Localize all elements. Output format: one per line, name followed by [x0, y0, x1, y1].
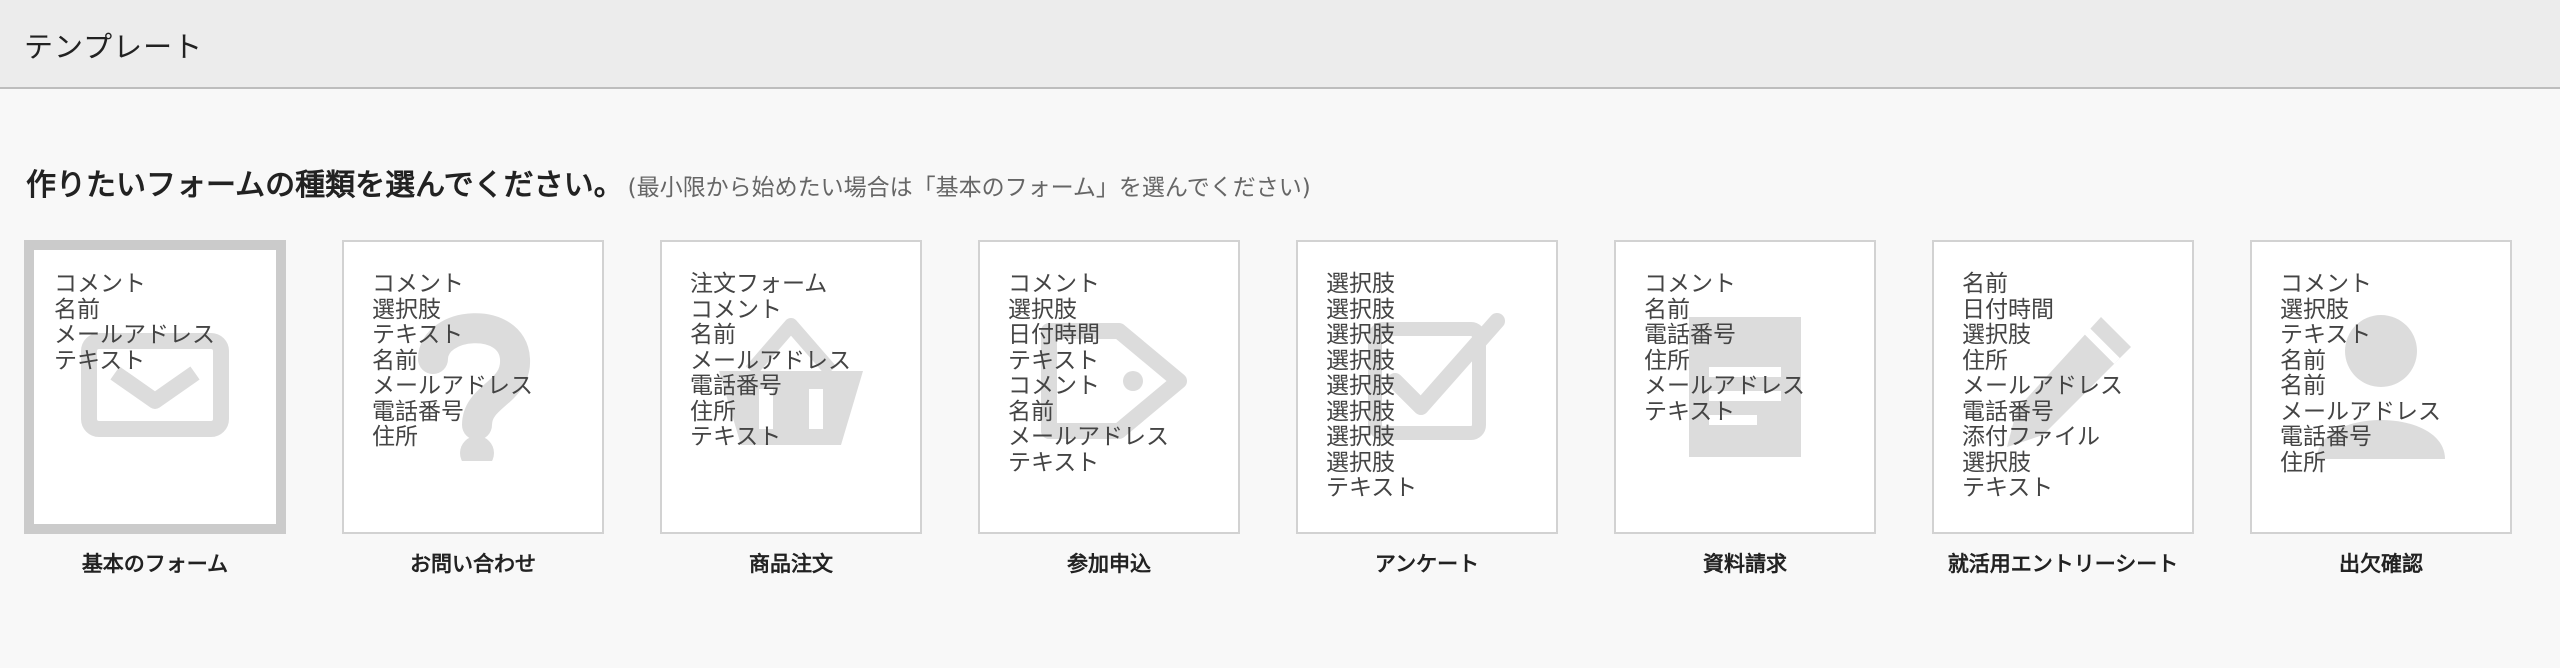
- field-item: 名前: [2280, 373, 2326, 399]
- field-item: コメント: [1008, 373, 1100, 399]
- field-list: 注文フォーム コメント 名前 メールアドレス 電話番号 住所 テキスト: [690, 271, 851, 451]
- field-item: メールアドレス: [1008, 424, 1169, 450]
- field-list: コメント 選択肢 日付時間 テキスト コメント 名前 メールアドレス テキスト: [1008, 271, 1169, 476]
- field-item: コメント: [2280, 271, 2372, 297]
- field-item: コメント: [1008, 271, 1100, 297]
- field-item: 電話番号: [690, 373, 782, 399]
- field-item: 電話番号: [372, 398, 464, 425]
- field-item: 注文フォーム: [690, 271, 828, 297]
- field-item: テキスト: [372, 322, 464, 348]
- field-item: 添付ファイル: [1962, 424, 2100, 450]
- field-item: テキスト: [1644, 398, 1736, 425]
- field-item: 日付時間: [1962, 296, 2054, 323]
- field-item: コメント: [372, 271, 464, 297]
- template-preview[interactable]: コメント 選択肢 テキスト 名前 メールアドレス 電話番号 住所: [342, 240, 604, 534]
- field-item: 住所: [2280, 449, 2326, 476]
- template-preview[interactable]: 注文フォーム コメント 名前 メールアドレス 電話番号 住所 テキスト: [660, 240, 922, 534]
- field-item: 選択肢: [372, 296, 441, 323]
- field-item: 名前: [1962, 271, 2008, 297]
- instruction-main: 作りたいフォームの種類を選んでください。: [26, 168, 624, 203]
- field-item: テキスト: [1326, 475, 1418, 501]
- field-item: テキスト: [54, 347, 146, 374]
- field-item: 名前: [372, 347, 418, 374]
- template-card[interactable]: 名前 日付時間 選択肢 住所 メールアドレス 電話番号 添付ファイル 選択肢 テキスト 就活用エン…: [1932, 240, 2194, 578]
- field-item: 電話番号: [1644, 322, 1736, 348]
- field-item: メールアドレス: [690, 347, 851, 374]
- field-item: 選択肢: [1962, 449, 2031, 476]
- field-item: 名前: [690, 322, 736, 348]
- field-item: 選択肢: [1326, 424, 1395, 450]
- field-item: 名前: [1008, 398, 1054, 425]
- field-item: 住所: [372, 424, 418, 450]
- template-card[interactable]: コメント 選択肢 テキスト 名前 メールアドレス 電話番号 住所お問い合わせ: [342, 240, 604, 578]
- field-item: 選択肢: [2280, 296, 2349, 323]
- field-item: コメント: [54, 271, 146, 297]
- field-item: 住所: [1644, 347, 1690, 374]
- field-item: メールアドレス: [1644, 373, 1805, 399]
- template-label[interactable]: 就活用エントリーシート: [1932, 548, 2194, 578]
- field-item: 日付時間: [1008, 322, 1100, 348]
- field-item: コメント: [1644, 271, 1736, 297]
- template-label[interactable]: 資料請求: [1614, 548, 1876, 578]
- field-item: 選択肢: [1326, 398, 1395, 425]
- template-preview[interactable]: コメント 選択肢 日付時間 テキスト コメント 名前 メールアドレス テキスト: [978, 240, 1240, 534]
- field-item: 選択肢: [1962, 322, 2031, 348]
- field-item: テキスト: [1008, 347, 1100, 374]
- field-item: 住所: [1962, 347, 2008, 374]
- field-item: テキスト: [690, 424, 782, 450]
- page-header: テンプレート: [0, 0, 2560, 89]
- field-item: メールアドレス: [1962, 373, 2123, 399]
- template-label[interactable]: アンケート: [1296, 548, 1558, 578]
- template-preview[interactable]: コメント 名前 メールアドレス テキスト: [24, 240, 286, 534]
- field-item: 電話番号: [1962, 398, 2054, 425]
- field-item: 選択肢: [1326, 449, 1395, 476]
- field-item: メールアドレス: [54, 322, 215, 348]
- template-label[interactable]: 基本のフォーム: [24, 548, 286, 578]
- template-label[interactable]: 商品注文: [660, 548, 922, 578]
- field-item: テキスト: [1008, 449, 1100, 476]
- template-preview[interactable]: 名前 日付時間 選択肢 住所 メールアドレス 電話番号 添付ファイル 選択肢 テキスト: [1932, 240, 2194, 534]
- field-item: テキスト: [2280, 322, 2372, 348]
- field-item: 電話番号: [2280, 424, 2372, 450]
- page-title: テンプレート: [24, 30, 204, 64]
- instruction-text: 作りたいフォームの種類を選んでください。 (最小限から始めたい場合は「基本のフォー…: [26, 160, 1311, 204]
- template-card[interactable]: コメント 名前 メールアドレス テキスト基本のフォーム: [24, 240, 286, 578]
- field-item: メールアドレス: [372, 373, 533, 399]
- field-item: 名前: [2280, 347, 2326, 374]
- field-item: 名前: [1644, 296, 1690, 323]
- template-card[interactable]: コメント 名前 電話番号 住所 メールアドレス テキスト資料請求: [1614, 240, 1876, 578]
- field-item: 選択肢: [1326, 373, 1395, 399]
- field-list: 選択肢 選択肢 選択肢 選択肢 選択肢 選択肢 選択肢 選択肢 テキスト: [1326, 271, 1418, 502]
- template-preview[interactable]: 選択肢 選択肢 選択肢 選択肢 選択肢 選択肢 選択肢 選択肢 テキスト: [1296, 240, 1558, 534]
- template-preview[interactable]: コメント 名前 電話番号 住所 メールアドレス テキスト: [1614, 240, 1876, 534]
- field-item: 選択肢: [1326, 347, 1395, 374]
- template-card[interactable]: コメント 選択肢 日付時間 テキスト コメント 名前 メールアドレス テキスト 参加申込: [978, 240, 1240, 578]
- template-label[interactable]: お問い合わせ: [342, 548, 604, 578]
- field-item: メールアドレス: [2280, 398, 2441, 425]
- field-list: コメント 選択肢 テキスト 名前 メールアドレス 電話番号 住所: [372, 271, 533, 451]
- field-list: コメント 名前 メールアドレス テキスト: [54, 271, 215, 374]
- field-item: 選択肢: [1008, 296, 1077, 323]
- field-item: 選択肢: [1326, 322, 1395, 348]
- field-item: 選択肢: [1326, 296, 1395, 323]
- field-item: テキスト: [1962, 475, 2054, 501]
- field-item: 選択肢: [1326, 271, 1395, 297]
- template-card[interactable]: 選択肢 選択肢 選択肢 選択肢 選択肢 選択肢 選択肢 選択肢 テキスト アンケート: [1296, 240, 1558, 578]
- template-card[interactable]: コメント 選択肢 テキスト 名前 名前 メールアドレス 電話番号 住所 出欠確認: [2250, 240, 2512, 578]
- field-list: 名前 日付時間 選択肢 住所 メールアドレス 電話番号 添付ファイル 選択肢 テキスト: [1962, 271, 2123, 502]
- template-label[interactable]: 出欠確認: [2250, 548, 2512, 578]
- field-list: コメント 選択肢 テキスト 名前 名前 メールアドレス 電話番号 住所: [2280, 271, 2441, 476]
- template-card[interactable]: 注文フォーム コメント 名前 メールアドレス 電話番号 住所 テキスト商品注文: [660, 240, 922, 578]
- field-item: 住所: [690, 398, 736, 425]
- template-preview[interactable]: コメント 選択肢 テキスト 名前 名前 メールアドレス 電話番号 住所: [2250, 240, 2512, 534]
- field-item: 名前: [54, 296, 100, 323]
- instruction-hint: (最小限から始めたい場合は「基本のフォーム」を選んでください): [627, 175, 1311, 201]
- template-label[interactable]: 参加申込: [978, 548, 1240, 578]
- field-list: コメント 名前 電話番号 住所 メールアドレス テキスト: [1644, 271, 1805, 425]
- field-item: コメント: [690, 296, 782, 323]
